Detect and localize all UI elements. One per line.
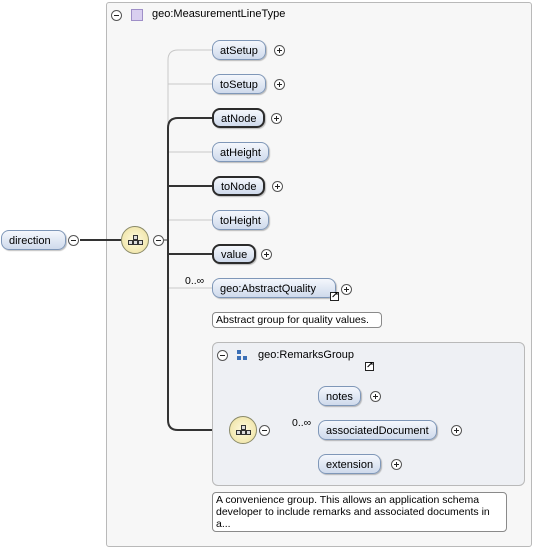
expand-toNode-button[interactable] bbox=[272, 181, 283, 192]
remarks-group-note: A convenience group. This allows an appl… bbox=[212, 492, 507, 532]
associated-document-cardinality: 0..∞ bbox=[292, 417, 312, 429]
collapse-remarks-sequence-button[interactable] bbox=[259, 425, 270, 436]
element-extension[interactable]: extension bbox=[318, 454, 382, 474]
collapse-sequence-button[interactable] bbox=[153, 235, 164, 246]
element-abstract-quality[interactable]: geo:AbstractQuality bbox=[212, 278, 336, 298]
expand-atSetup-button[interactable] bbox=[274, 45, 285, 56]
expand-value-button[interactable] bbox=[261, 249, 272, 260]
expand-atNode-button[interactable] bbox=[271, 113, 282, 124]
element-associatedDocument[interactable]: associatedDocument bbox=[318, 420, 437, 440]
abstract-quality-note: Abstract group for quality values. bbox=[212, 312, 382, 328]
expand-abstract-quality-button[interactable] bbox=[341, 284, 352, 295]
remarks-group-link-icon[interactable] bbox=[365, 360, 374, 371]
sequence-compositor[interactable] bbox=[121, 226, 149, 254]
element-toSetup[interactable]: toSetup bbox=[212, 74, 266, 94]
element-notes[interactable]: notes bbox=[318, 386, 361, 406]
element-atHeight[interactable]: atHeight bbox=[212, 142, 269, 162]
element-atSetup[interactable]: atSetup bbox=[212, 40, 266, 60]
abstract-quality-cardinality: 0..∞ bbox=[185, 275, 205, 287]
collapse-remarks-group-button[interactable] bbox=[217, 350, 228, 361]
element-value[interactable]: value bbox=[212, 244, 257, 264]
sequence-icon bbox=[128, 235, 143, 245]
element-toNode[interactable]: toNode bbox=[212, 176, 266, 196]
remarks-sequence-icon bbox=[236, 425, 251, 435]
reference-link-icon[interactable] bbox=[330, 290, 339, 301]
expand-toSetup-button[interactable] bbox=[274, 79, 285, 90]
remarks-group-label: geo:RemarksGroup bbox=[258, 349, 354, 361]
element-atNode[interactable]: atNode bbox=[212, 108, 266, 128]
collapse-direction-button[interactable] bbox=[68, 235, 79, 246]
group-icon bbox=[237, 350, 249, 362]
remarks-sequence-compositor[interactable] bbox=[229, 416, 257, 444]
expand-notes-button[interactable] bbox=[370, 391, 381, 402]
expand-associatedDocument-button[interactable] bbox=[451, 425, 462, 436]
expand-extension-button[interactable] bbox=[391, 459, 402, 470]
direction-element[interactable]: direction bbox=[1, 230, 66, 250]
element-toHeight[interactable]: toHeight bbox=[212, 210, 269, 230]
